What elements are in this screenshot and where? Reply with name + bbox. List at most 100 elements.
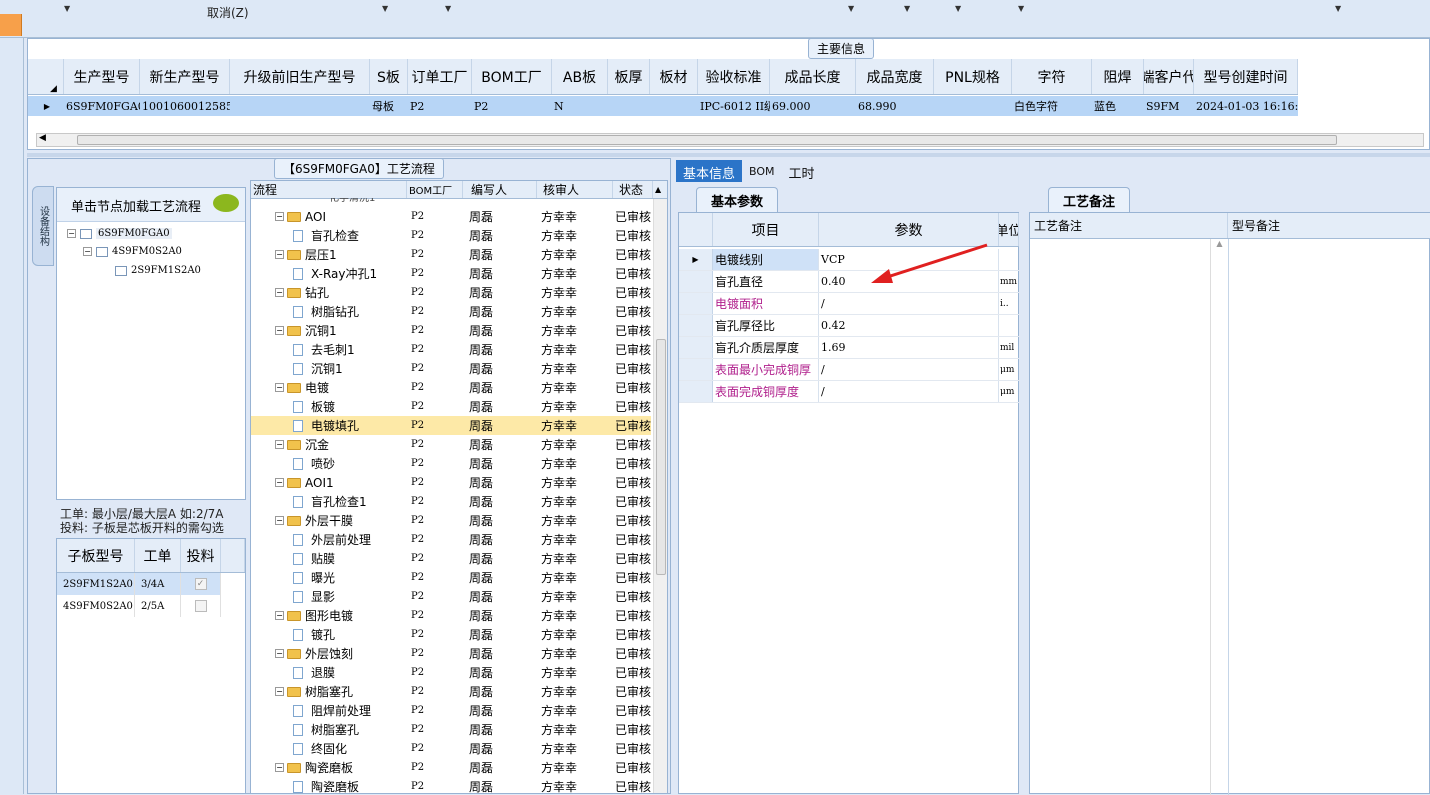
- dropdown-caret-icon[interactable]: ▼: [1335, 4, 1341, 13]
- column-header[interactable]: 订单工厂: [408, 59, 472, 94]
- collapse-icon[interactable]: −: [275, 250, 284, 259]
- list-item[interactable]: 终固化 P2 周磊 方幸幸 已审核: [251, 739, 651, 758]
- table-row[interactable]: 盲孔厚径比 0.42: [679, 315, 1019, 337]
- list-item[interactable]: 镀孔 P2 周磊 方幸幸 已审核: [251, 625, 651, 644]
- list-item[interactable]: − 电镀 P2 周磊 方幸幸 已审核: [251, 378, 651, 397]
- column-header[interactable]: 生产型号: [64, 59, 140, 94]
- feed-checkbox[interactable]: ✓: [194, 578, 207, 590]
- vertical-scrollbar[interactable]: [653, 199, 667, 793]
- list-item[interactable]: 去毛刺1 P2 周磊 方幸幸 已审核: [251, 340, 651, 359]
- list-item[interactable]: − 陶瓷磨板 P2 周磊 方幸幸 已审核: [251, 758, 651, 777]
- column-header[interactable]: 终端客户代码: [1144, 59, 1194, 94]
- column-header[interactable]: 字符: [1012, 59, 1092, 94]
- column-header[interactable]: PNL规格: [934, 59, 1012, 94]
- scroll-thumb[interactable]: [77, 135, 1337, 145]
- list-item[interactable]: 盲孔检查 P2 周磊 方幸幸 已审核: [251, 226, 651, 245]
- collapse-icon[interactable]: −: [275, 383, 284, 392]
- column-header[interactable]: 新生产型号: [140, 59, 230, 94]
- list-item[interactable]: − AOI P2 周磊 方幸幸 已审核: [251, 207, 651, 226]
- splitter[interactable]: [27, 153, 1430, 157]
- dropdown-caret-icon[interactable]: ▼: [904, 4, 910, 13]
- list-item[interactable]: − 图形电镀 P2 周磊 方幸幸 已审核: [251, 606, 651, 625]
- column-header[interactable]: 板厚: [608, 59, 650, 94]
- tab-bom[interactable]: BOM: [742, 160, 782, 182]
- list-item[interactable]: 陶瓷磨板 P2 周磊 方幸幸 已审核: [251, 777, 651, 793]
- tab-basic-info[interactable]: 基本信息: [676, 160, 743, 182]
- column-header[interactable]: BOM工厂: [472, 59, 552, 94]
- horizontal-scrollbar[interactable]: ◀: [36, 133, 1424, 147]
- collapse-icon[interactable]: −: [275, 649, 284, 658]
- list-item[interactable]: 显影 P2 周磊 方幸幸 已审核: [251, 587, 651, 606]
- list-item[interactable]: − 外层蚀刻 P2 周磊 方幸幸 已审核: [251, 644, 651, 663]
- list-item[interactable]: − 沉铜1 P2 周磊 方幸幸 已审核: [251, 321, 651, 340]
- collapse-icon[interactable]: −: [83, 247, 92, 256]
- collapse-icon[interactable]: −: [275, 687, 284, 696]
- tab-hours[interactable]: 工时: [782, 160, 822, 182]
- collapse-icon[interactable]: −: [275, 212, 284, 221]
- list-item[interactable]: 曝光 P2 周磊 方幸幸 已审核: [251, 568, 651, 587]
- table-row[interactable]: 2S9FM1S2A0 3/4A ✓: [57, 573, 221, 595]
- list-item[interactable]: 盲孔检查1 P2 周磊 方幸幸 已审核: [251, 492, 651, 511]
- collapse-icon[interactable]: −: [275, 611, 284, 620]
- collapse-icon[interactable]: −: [275, 288, 284, 297]
- device-structure-tab[interactable]: 设备结构: [32, 186, 54, 266]
- chat-bubble-icon[interactable]: [213, 194, 239, 212]
- dropdown-caret-icon[interactable]: ▼: [382, 4, 388, 13]
- list-item[interactable]: − AOI1 P2 周磊 方幸幸 已审核: [251, 473, 651, 492]
- collapse-icon[interactable]: −: [275, 516, 284, 525]
- collapse-icon[interactable]: −: [275, 478, 284, 487]
- scroll-thumb[interactable]: [656, 339, 666, 575]
- table-row[interactable]: 表面最小完成铜厚 / μm: [679, 359, 1019, 381]
- tree-node[interactable]: 2S9FM1S2A0: [115, 265, 201, 276]
- scroll-up-icon[interactable]: ▲: [653, 181, 667, 198]
- column-header[interactable]: 成品宽度: [856, 59, 934, 94]
- dropdown-caret-icon[interactable]: ▼: [848, 4, 854, 13]
- list-item[interactable]: − 沉金 P2 周磊 方幸幸 已审核: [251, 435, 651, 454]
- tree-node[interactable]: −4S9FM0S2A0: [83, 246, 182, 257]
- column-header[interactable]: 验收标准: [698, 59, 770, 94]
- list-item[interactable]: 喷砂 P2 周磊 方幸幸 已审核: [251, 454, 651, 473]
- side-nav-tab[interactable]: [0, 14, 22, 36]
- dropdown-caret-icon[interactable]: ▼: [955, 4, 961, 13]
- column-header[interactable]: 成品长度: [770, 59, 856, 94]
- list-item[interactable]: 电镀填孔 P2 周磊 方幸幸 已审核: [251, 416, 651, 435]
- tree-node[interactable]: −6S9FM0FGA0: [67, 228, 172, 239]
- list-item[interactable]: 外层前处理 P2 周磊 方幸幸 已审核: [251, 530, 651, 549]
- list-item[interactable]: 板镀 P2 周磊 方幸幸 已审核: [251, 397, 651, 416]
- list-item[interactable]: 贴膜 P2 周磊 方幸幸 已审核: [251, 549, 651, 568]
- collapse-icon[interactable]: −: [275, 326, 284, 335]
- list-item[interactable]: − 层压1 P2 周磊 方幸幸 已审核: [251, 245, 651, 264]
- column-header[interactable]: S板: [370, 59, 408, 94]
- list-item[interactable]: X-Ray冲孔1 P2 周磊 方幸幸 已审核: [251, 264, 651, 283]
- column-header[interactable]: 型号创建时间: [1194, 59, 1298, 94]
- list-item[interactable]: 树脂塞孔 P2 周磊 方幸幸 已审核: [251, 720, 651, 739]
- main-info-row[interactable]: ▶ 6S9FM0FGA010010600125858 母板 P2 P2 N IPC-6012…: [28, 96, 1298, 116]
- list-item[interactable]: − 钻孔 P2 周磊 方幸幸 已审核: [251, 283, 651, 302]
- dropdown-caret-icon[interactable]: ▼: [1018, 4, 1024, 13]
- remarks-scrollbar[interactable]: ▲: [1210, 239, 1228, 795]
- list-item[interactable]: − 树脂塞孔 P2 周磊 方幸幸 已审核: [251, 682, 651, 701]
- column-header[interactable]: 升级前旧生产型号: [230, 59, 370, 94]
- column-header[interactable]: AB板: [552, 59, 608, 94]
- scroll-left-icon[interactable]: ◀: [39, 133, 46, 143]
- list-item[interactable]: 化学清洗1: [251, 198, 651, 204]
- basic-params-tab[interactable]: 基本参数: [696, 187, 779, 213]
- table-row[interactable]: 盲孔介质层厚度 1.69 mil: [679, 337, 1019, 359]
- table-row[interactable]: 表面完成铜厚度 / μm: [679, 381, 1019, 403]
- list-item[interactable]: 阻焊前处理 P2 周磊 方幸幸 已审核: [251, 701, 651, 720]
- dropdown-caret-icon[interactable]: ▼: [445, 4, 451, 13]
- collapse-icon[interactable]: −: [67, 229, 76, 238]
- list-item[interactable]: 沉铜1 P2 周磊 方幸幸 已审核: [251, 359, 651, 378]
- list-item[interactable]: 树脂钻孔 P2 周磊 方幸幸 已审核: [251, 302, 651, 321]
- list-item[interactable]: − 外层干膜 P2 周磊 方幸幸 已审核: [251, 511, 651, 530]
- column-header[interactable]: 板材: [650, 59, 698, 94]
- feed-checkbox[interactable]: [194, 600, 207, 612]
- collapse-icon[interactable]: −: [275, 440, 284, 449]
- table-row[interactable]: 4S9FM0S2A0 2/5A: [57, 595, 221, 617]
- column-header[interactable]: 阻焊: [1092, 59, 1144, 94]
- table-row[interactable]: 电镀面积 / i..: [679, 293, 1019, 315]
- cancel-button[interactable]: 取消(Z): [207, 4, 249, 21]
- list-item[interactable]: 退膜 P2 周磊 方幸幸 已审核: [251, 663, 651, 682]
- dropdown-caret-icon[interactable]: ▼: [64, 4, 70, 13]
- collapse-icon[interactable]: −: [275, 763, 284, 772]
